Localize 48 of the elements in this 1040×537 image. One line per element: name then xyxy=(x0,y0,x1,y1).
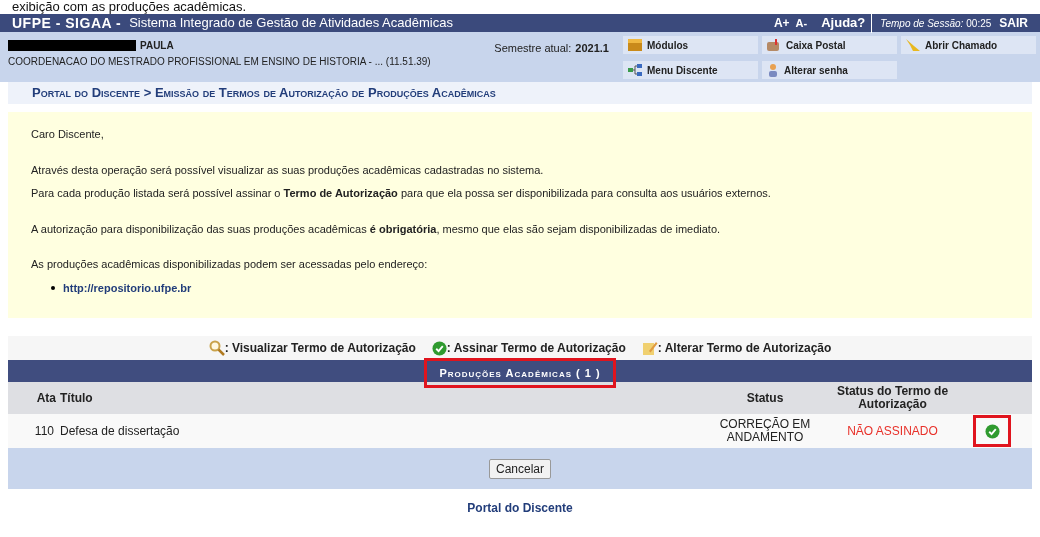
column-header: Status xyxy=(745,390,785,407)
brand-title: UFPE - SIGAA - xyxy=(12,14,122,33)
menu-button[interactable]: Abrir Chamado xyxy=(901,36,1036,54)
info-text: Para cada produção listada será possível assinar o Termo de Autorização para que ela possa ser disponibilizada para consulta aos usuários externos. xyxy=(31,186,772,201)
font-decrease-button[interactable]: A- xyxy=(795,14,808,32)
repository-link[interactable]: http://repositorio.ufpe.br xyxy=(63,279,192,296)
semester-label: Semestre atual: xyxy=(494,41,572,56)
menu-button[interactable]: Módulos xyxy=(623,36,758,54)
legend-text: : Alterar Termo de Autorização xyxy=(657,340,832,357)
menu-button[interactable]: Alterar senha xyxy=(762,61,897,79)
font-increase-button[interactable]: A+ xyxy=(773,14,790,32)
semester-value: 2021.1 xyxy=(575,41,609,56)
breadcrumb: Portal do Discente > Emissão de Termos de Autorização de Produções Acadêmicas xyxy=(32,84,496,103)
unit-text: COORDENACAO DO MESTRADO PROFISSIONAL EM ENSINO DE HISTORIA - ... (11.51.39) xyxy=(8,54,432,69)
table-title: Produções Acadêmicas ( 1 ) xyxy=(439,365,601,381)
user-icon xyxy=(766,63,780,77)
info-text: As produções acadêmicas disponibilizadas podem ser acessadas pelo endereço: xyxy=(31,257,429,272)
system-title: Sistema Integrado de Gestão de Atividades Acadêmicas xyxy=(129,14,453,33)
user-name: PAULA xyxy=(140,38,174,53)
sitemap-icon xyxy=(627,63,643,77)
session-time: 00:25 xyxy=(966,16,992,31)
column-header: Ata xyxy=(35,390,57,407)
info-text: Através desta operação será possível visualizar as suas produções acadêmicas cadastradas no sistema. xyxy=(31,162,545,178)
menu-button[interactable]: Caixa Postal xyxy=(762,36,897,54)
mailbox-icon xyxy=(766,38,782,52)
table-cell-text: CORREÇÃO EM ANDAMENTO xyxy=(718,418,812,444)
logout-link[interactable]: SAIR xyxy=(999,14,1028,32)
cancel-button[interactable]: Cancelar xyxy=(489,458,551,479)
check-icon xyxy=(984,423,1000,439)
bullet-icon xyxy=(51,285,55,290)
session-label: Tempo de Sessão: xyxy=(880,16,964,31)
caption-text: exibição com as produções acadêmicas. xyxy=(11,0,248,14)
note-pencil-icon xyxy=(641,340,658,356)
magnifier-icon xyxy=(208,340,225,356)
check-icon xyxy=(431,340,447,356)
menu-button[interactable]: Menu Discente xyxy=(623,61,758,79)
box-icon xyxy=(627,38,643,52)
column-header: Status do Termo de Autorização xyxy=(835,385,950,411)
sign-button[interactable] xyxy=(984,423,1000,439)
table-cell-text: 110 xyxy=(33,423,55,440)
info-text: A autorização para disponibilização das suas produções acadêmicas é obrigatória, mesmo que elas são sejam disponibilizadas de imediato. xyxy=(31,221,722,237)
legend-text: : Assinar Termo de Autorização xyxy=(446,340,626,357)
greeting-text: Caro Discente, xyxy=(31,127,105,142)
legend-text: : Visualizar Termo de Autorização xyxy=(224,340,416,357)
portal-link[interactable]: Portal do Discente xyxy=(467,499,573,517)
column-header: Título xyxy=(60,390,94,407)
table-cell-text: NÃO ASSINADO xyxy=(846,423,939,440)
table-cell-text: Defesa de dissertação xyxy=(60,423,181,440)
